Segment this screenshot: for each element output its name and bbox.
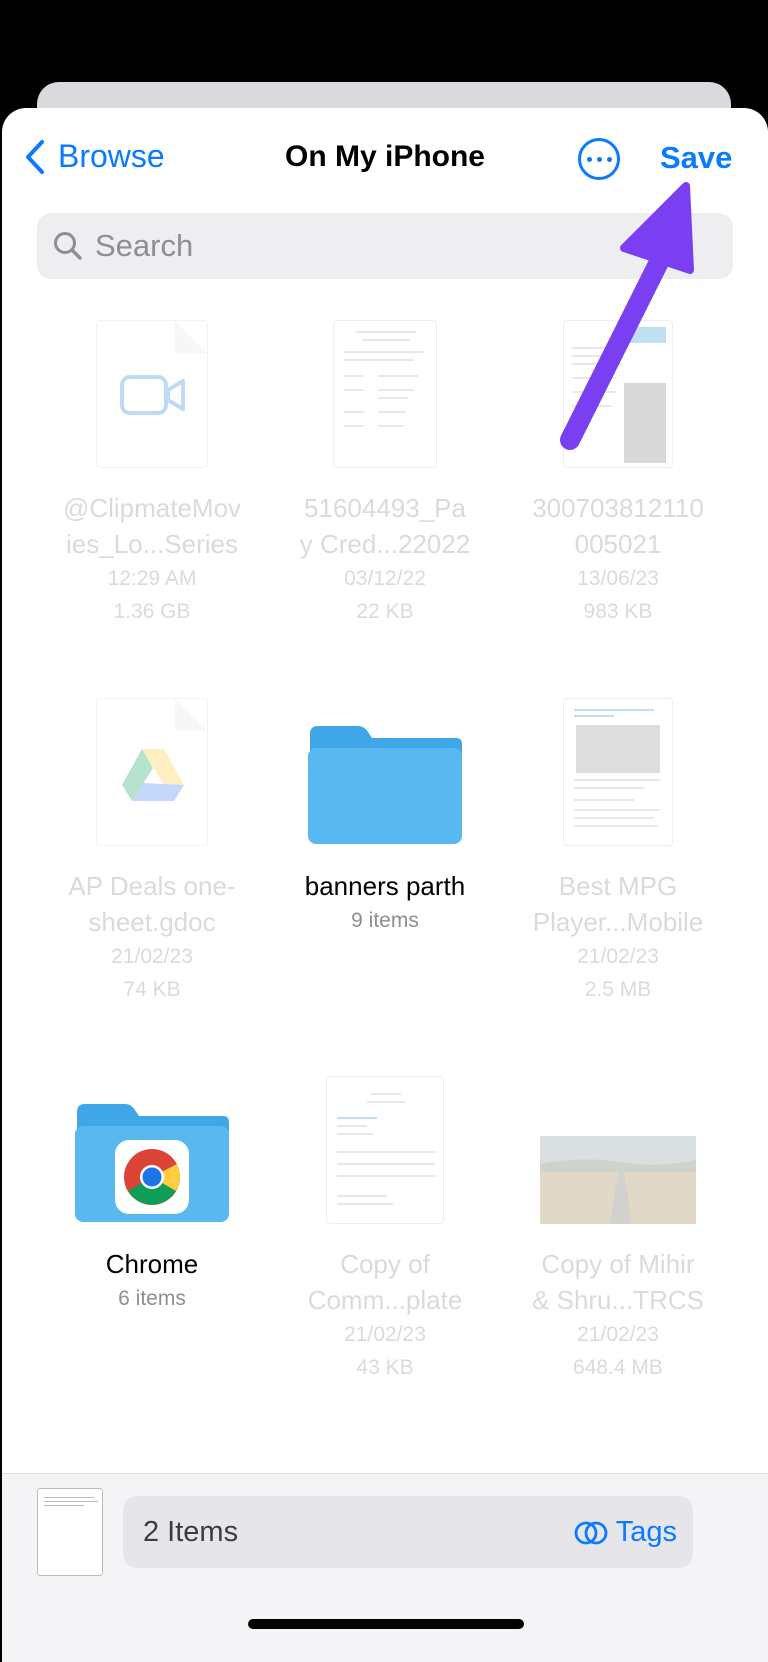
save-button[interactable]: Save <box>660 140 732 176</box>
google-drive-icon <box>122 749 184 801</box>
file-date: 13/06/23 <box>577 567 659 590</box>
file-size: 1.36 GB <box>113 600 191 623</box>
document-thumbnail <box>326 1076 444 1224</box>
home-indicator <box>248 1619 524 1629</box>
file-date: 21/02/23 <box>111 945 193 968</box>
file-item[interactable]: AP Deals one-sheet.gdoc 21/02/23 74 KB <box>32 686 272 1006</box>
folder-item-count: 9 items <box>351 909 419 932</box>
file-item[interactable]: Best MPG Player...Mobile 21/02/23 2.5 MB <box>498 686 738 1006</box>
file-date: 21/02/23 <box>577 1323 659 1346</box>
file-name-line: Copy of Mihir <box>541 1249 695 1279</box>
folder-icon <box>308 726 462 844</box>
search-icon <box>54 232 82 260</box>
navigation-bar: Browse On My iPhone Save <box>2 108 768 208</box>
tags-icon <box>574 1521 608 1544</box>
file-size: 43 KB <box>356 1356 414 1379</box>
file-date: 21/02/23 <box>577 945 659 968</box>
file-size: 983 KB <box>583 600 653 623</box>
items-summary[interactable]: 2 Items Tags <box>123 1496 693 1568</box>
file-name-line: sheet.gdoc <box>88 907 216 937</box>
file-size: 2.5 MB <box>584 978 652 1001</box>
file-name-line: 005021 <box>574 529 662 559</box>
file-name-line: AP Deals one- <box>68 871 236 901</box>
file-name-line: 51604493_Pa <box>304 493 466 523</box>
file-name-line: 300703812110 <box>532 493 704 523</box>
video-thumbnail <box>540 1136 696 1224</box>
more-options-icon[interactable] <box>578 138 620 180</box>
tags-button[interactable]: Tags <box>574 1516 677 1549</box>
file-name-line: @ClipmateMov <box>62 493 242 523</box>
folder-item[interactable]: banners parth 9 items <box>265 686 505 937</box>
file-date: 12:29 AM <box>107 567 197 590</box>
bottom-bar: 2 Items Tags <box>2 1473 768 1662</box>
file-name-line: Copy of <box>340 1249 430 1279</box>
folder-item[interactable]: Chrome 6 items <box>32 1064 272 1315</box>
search-bar[interactable] <box>37 213 733 279</box>
save-sheet: Browse On My iPhone Save @Clipm <box>2 108 768 1662</box>
file-date: 21/02/23 <box>344 1323 426 1346</box>
file-name-line: Best MPG <box>558 871 678 901</box>
file-date: 03/12/22 <box>344 567 426 590</box>
file-name-line: ies_Lo...Series <box>66 529 238 559</box>
video-camera-icon <box>120 375 185 415</box>
tags-label: Tags <box>615 1516 677 1548</box>
gdoc-thumbnail <box>96 698 208 846</box>
file-name-line: y Cred...22022 <box>299 529 471 559</box>
file-name-line: & Shru...TRCS <box>532 1285 704 1315</box>
document-thumbnail <box>563 698 673 846</box>
file-item[interactable]: @ClipmateMov ies_Lo...Series 12:29 AM 1.3… <box>32 308 272 628</box>
file-size: 648.4 MB <box>573 1356 663 1379</box>
file-size: 74 KB <box>123 978 181 1001</box>
search-input[interactable] <box>95 228 695 264</box>
video-file-thumbnail <box>96 320 208 468</box>
folder-item-count: 6 items <box>118 1287 186 1310</box>
file-size: 22 KB <box>356 600 414 623</box>
items-count: 2 Items <box>143 1516 239 1548</box>
file-item[interactable]: Copy of Mihir & Shru...TRCS 21/02/23 648.… <box>498 1064 738 1384</box>
page-title: On My iPhone <box>284 140 485 173</box>
file-name-line: Player...Mobile <box>532 907 704 937</box>
file-item[interactable]: Copy of Comm...plate 21/02/23 43 KB <box>265 1064 505 1384</box>
document-thumbnail <box>333 320 437 468</box>
file-name-line: Comm...plate <box>307 1285 463 1315</box>
selected-document-thumbnail <box>37 1488 103 1576</box>
folder-name: Chrome <box>105 1249 199 1279</box>
file-item[interactable]: 300703812110 005021 13/06/23 983 KB <box>498 308 738 628</box>
folder-name: banners parth <box>304 871 466 901</box>
chrome-folder-icon <box>75 1104 229 1222</box>
document-thumbnail <box>563 320 673 468</box>
file-item[interactable]: 51604493_Pay Cred...22022 03/12/22 22 KB <box>265 308 505 628</box>
